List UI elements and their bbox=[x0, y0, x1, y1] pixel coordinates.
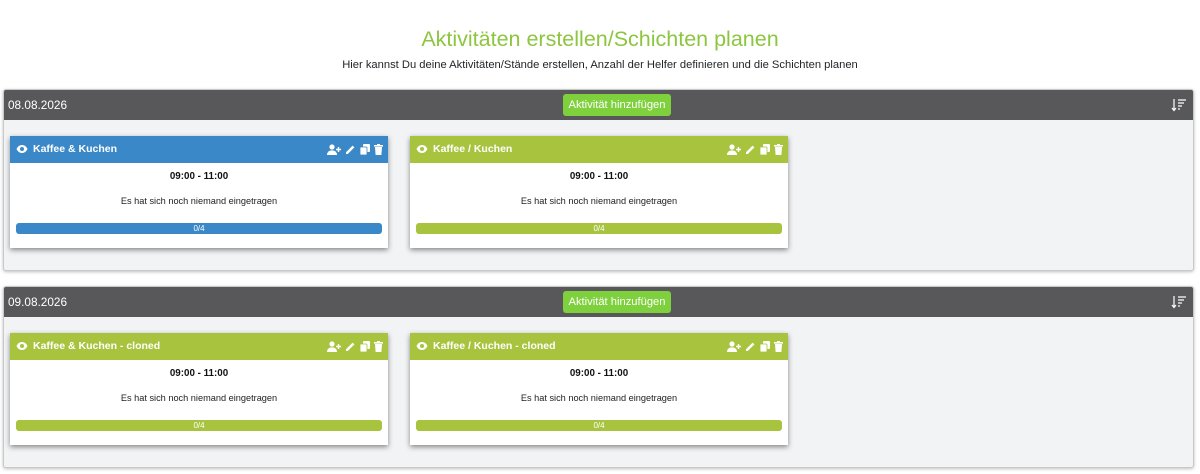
card-toolbar bbox=[727, 143, 783, 156]
signup-status: Es hat sich noch niemand eingetragen bbox=[520, 196, 678, 206]
copy-icon[interactable] bbox=[360, 144, 370, 155]
eye-icon[interactable] bbox=[416, 341, 428, 351]
signup-status: Es hat sich noch niemand eingetragen bbox=[120, 393, 278, 403]
copy-icon[interactable] bbox=[760, 144, 770, 155]
shift-time: 09:00 - 11:00 bbox=[569, 171, 629, 182]
activity-card: Kaffee & Kuchen - cloned 09:00 - 11:00 E… bbox=[10, 333, 388, 445]
trash-icon[interactable] bbox=[374, 341, 383, 352]
card-header: Kaffee / Kuchen - cloned bbox=[410, 333, 788, 360]
shift-time: 09:00 - 11:00 bbox=[169, 171, 229, 182]
helper-progress-bar: 0/4 bbox=[416, 420, 782, 431]
helper-progress-bar: 0/4 bbox=[416, 223, 782, 234]
user-plus-icon[interactable] bbox=[727, 341, 741, 352]
day-date: 08.08.2026 bbox=[8, 98, 68, 112]
card-title: Kaffee & Kuchen - cloned bbox=[33, 340, 161, 352]
signup-status: Es hat sich noch niemand eingetragen bbox=[520, 393, 678, 403]
eye-icon[interactable] bbox=[16, 144, 28, 154]
page-subtitle: Hier kannst Du deine Aktivitäten/Stände … bbox=[342, 59, 858, 71]
pencil-icon[interactable] bbox=[745, 341, 756, 352]
helper-progress-bar: 0/4 bbox=[16, 223, 382, 234]
card-title: Kaffee / Kuchen - cloned bbox=[433, 340, 556, 352]
signup-status: Es hat sich noch niemand eingetragen bbox=[120, 196, 278, 206]
card-title: Kaffee & Kuchen bbox=[33, 143, 118, 155]
user-plus-icon[interactable] bbox=[327, 144, 341, 155]
shift-time: 09:00 - 11:00 bbox=[169, 368, 229, 379]
page-title: Aktivitäten erstellen/Schichten planen bbox=[421, 27, 779, 51]
activity-card: Kaffee & Kuchen 09:00 - 11:00 Es hat sic… bbox=[10, 136, 388, 248]
day-panel: 08.08.2026 Aktivität hinzufügen Kaffee &… bbox=[3, 89, 1194, 271]
add-activity-button[interactable]: Aktivität hinzufügen bbox=[563, 291, 671, 313]
trash-icon[interactable] bbox=[774, 341, 783, 352]
copy-icon[interactable] bbox=[360, 341, 370, 352]
day-header: 09.08.2026 Aktivität hinzufügen bbox=[4, 287, 1193, 317]
pencil-icon[interactable] bbox=[345, 341, 356, 352]
activity-card: Kaffee / Kuchen - cloned 09:00 - 11:00 E… bbox=[410, 333, 788, 445]
copy-icon[interactable] bbox=[760, 341, 770, 352]
card-header: Kaffee & Kuchen - cloned bbox=[10, 333, 388, 360]
user-plus-icon[interactable] bbox=[727, 144, 741, 155]
pencil-icon[interactable] bbox=[345, 144, 356, 155]
day-date: 09.08.2026 bbox=[8, 295, 68, 309]
trash-icon[interactable] bbox=[374, 144, 383, 155]
pencil-icon[interactable] bbox=[745, 144, 756, 155]
user-plus-icon[interactable] bbox=[327, 341, 341, 352]
day-header: 08.08.2026 Aktivität hinzufügen bbox=[4, 90, 1193, 120]
activity-card: Kaffee / Kuchen 09:00 - 11:00 Es hat sic… bbox=[410, 136, 788, 248]
add-activity-button[interactable]: Aktivität hinzufügen bbox=[563, 94, 671, 116]
card-toolbar bbox=[327, 340, 383, 353]
shift-time: 09:00 - 11:00 bbox=[569, 368, 629, 379]
sort-descending-icon[interactable] bbox=[1171, 97, 1187, 113]
trash-icon[interactable] bbox=[774, 144, 783, 155]
eye-icon[interactable] bbox=[416, 144, 428, 154]
day-panel: 09.08.2026 Aktivität hinzufügen Kaffee &… bbox=[3, 286, 1194, 468]
card-toolbar bbox=[727, 340, 783, 353]
card-toolbar bbox=[327, 143, 383, 156]
card-header: Kaffee / Kuchen bbox=[410, 136, 788, 163]
eye-icon[interactable] bbox=[16, 341, 28, 351]
card-header: Kaffee & Kuchen bbox=[10, 136, 388, 163]
helper-progress-bar: 0/4 bbox=[16, 420, 382, 431]
card-title: Kaffee / Kuchen bbox=[433, 143, 513, 155]
sort-descending-icon[interactable] bbox=[1171, 294, 1187, 310]
